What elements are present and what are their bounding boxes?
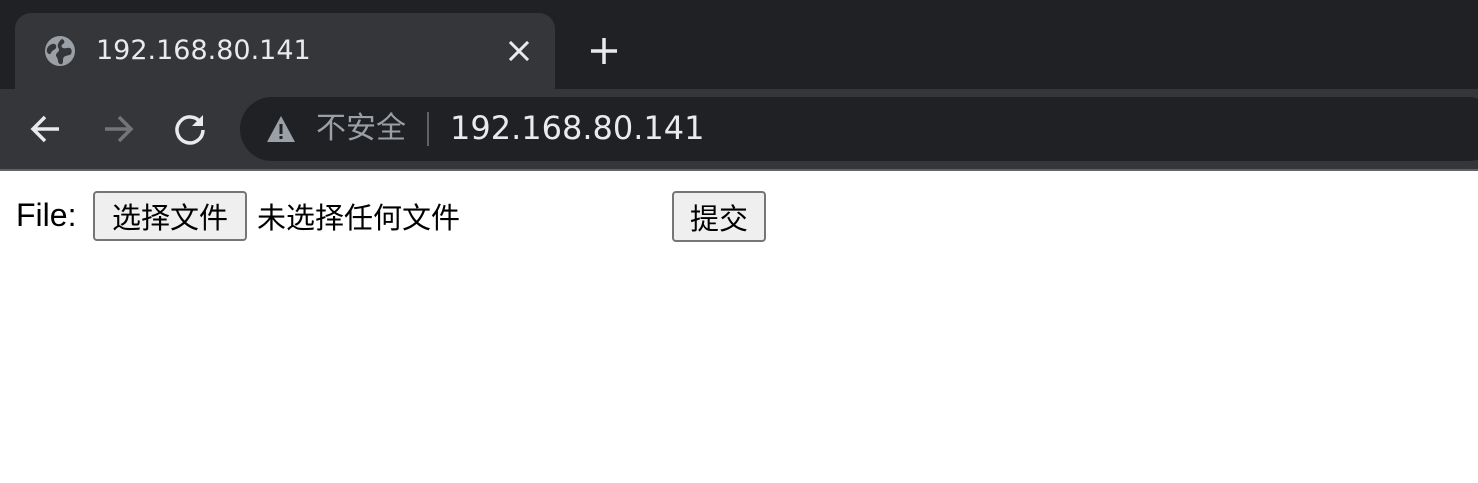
no-file-selected-text: 未选择任何文件	[257, 201, 461, 235]
omnibox-separator	[427, 112, 429, 146]
security-label[interactable]: 不安全	[316, 109, 406, 149]
file-label: File:	[16, 197, 77, 233]
page-content: File: 选择文件 未选择任何文件 提交	[0, 171, 1478, 483]
browser-chrome: 192.168.80.141 不安全 192.168.80.141	[0, 0, 1478, 171]
warning-triangle-icon[interactable]	[266, 115, 296, 143]
tab-strip: 192.168.80.141	[0, 0, 1478, 89]
active-tab[interactable]: 192.168.80.141	[15, 13, 555, 89]
reload-icon[interactable]	[172, 111, 208, 147]
forward-arrow-icon[interactable]	[100, 111, 136, 147]
address-bar[interactable]: 不安全 192.168.80.141	[240, 97, 1478, 161]
close-icon[interactable]	[505, 37, 533, 65]
choose-file-button[interactable]: 选择文件	[93, 191, 247, 241]
plus-icon[interactable]	[588, 35, 620, 67]
back-arrow-icon[interactable]	[28, 111, 64, 147]
browser-toolbar: 不安全 192.168.80.141	[0, 89, 1478, 169]
globe-icon	[45, 36, 75, 66]
url-text[interactable]: 192.168.80.141	[450, 108, 704, 148]
submit-button[interactable]: 提交	[672, 191, 766, 242]
tab-title: 192.168.80.141	[96, 35, 311, 66]
